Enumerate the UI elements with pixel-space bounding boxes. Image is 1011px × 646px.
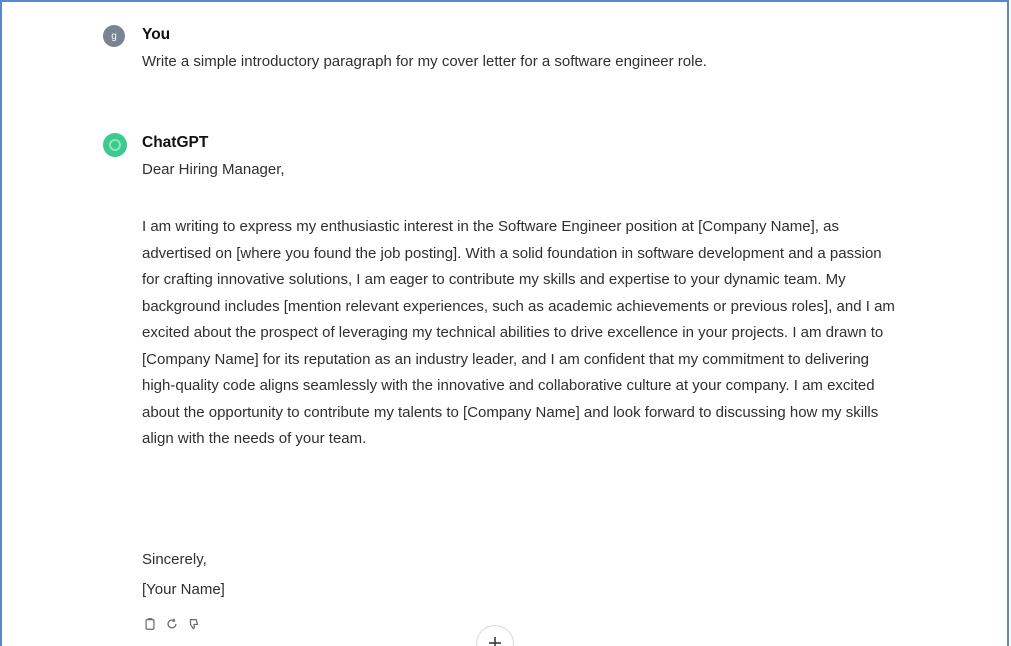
message-actions [142,616,201,631]
assistant-message: ChatGPT Dear Hiring Manager, I am writin… [103,0,903,640]
letter-paragraph: I am writing to express my enthusiastic … [142,218,895,447]
regenerate-icon[interactable] [164,616,179,631]
thumbs-down-icon[interactable] [186,616,201,631]
letter-greeting: Dear Hiring Manager, [142,161,285,178]
openai-logo-icon [103,133,127,157]
letter-signature: [Your Name] [142,581,225,598]
arrow-down-icon [489,637,501,646]
assistant-name: ChatGPT [142,134,209,151]
copy-icon[interactable] [142,616,157,631]
letter-closing: Sincerely, [142,551,207,568]
